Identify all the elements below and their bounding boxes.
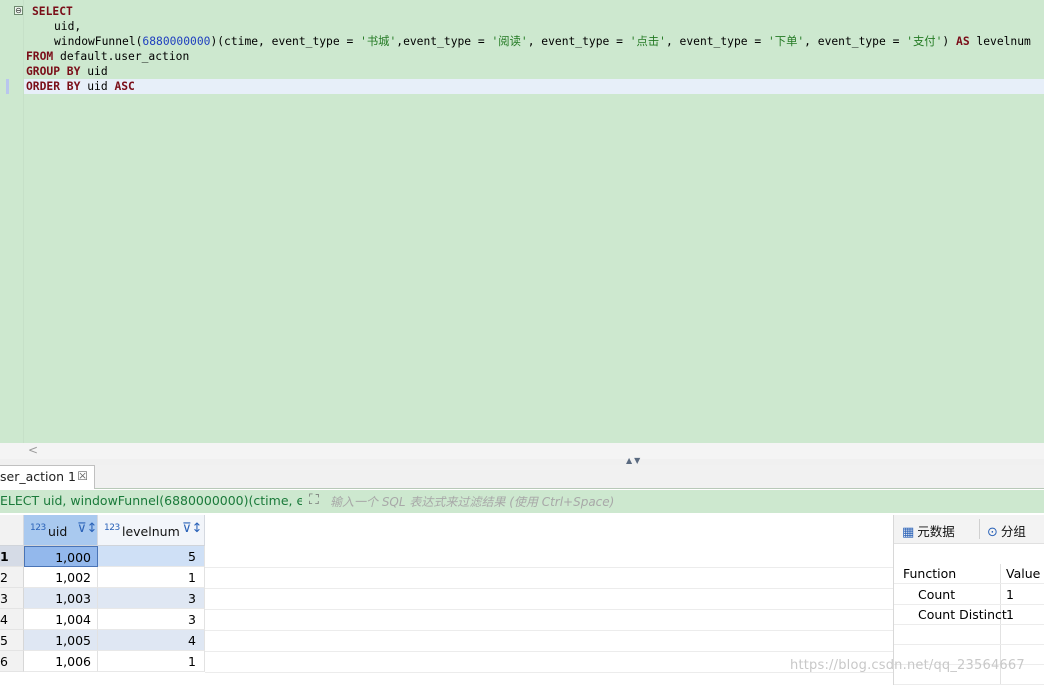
cell-levelnum[interactable]: 1	[98, 567, 205, 588]
sql-line-2: uid,	[54, 20, 82, 33]
grid-line	[205, 651, 893, 652]
close-icon[interactable]: ☒	[77, 469, 88, 483]
cell-uid[interactable]: 1,005	[24, 630, 98, 651]
tab-metadata[interactable]: ▦ 元数据	[902, 521, 955, 540]
cell-uid[interactable]: 1,006	[24, 651, 98, 672]
fold-toggle-icon[interactable]: ⊖	[14, 6, 23, 15]
filter-input[interactable]	[328, 492, 1028, 511]
column-header-uid[interactable]: 123 uid ⊽↕	[24, 515, 98, 546]
results-grid[interactable]: 123 uid ⊽↕ 123 levelnum ⊽↕ 1 1,000 5 2 1…	[0, 515, 893, 685]
table-row[interactable]: 1 1,000 5	[0, 546, 205, 567]
table-row[interactable]: 4 1,004 3	[0, 609, 205, 630]
grid-line	[205, 588, 893, 589]
watermark: https://blog.csdn.net/qq_23564667	[790, 658, 1025, 673]
row-number: 6	[0, 651, 24, 672]
cell-levelnum[interactable]: 3	[98, 609, 205, 630]
sql-editor[interactable]: ⊖ SELECT uid, windowFunnel(6880000000)(c…	[0, 0, 1044, 443]
column-name: uid	[48, 524, 68, 539]
stats-function: Count Distinct	[918, 607, 1007, 622]
sql-line-3: windowFunnel(6880000000)(ctime, event_ty…	[54, 35, 1031, 48]
row-number: 3	[0, 588, 24, 609]
current-line-highlight	[24, 79, 1044, 94]
cell-uid[interactable]: 1,000	[24, 546, 98, 567]
query-text: ELECT uid, windowFunnel(6880000000)(ctim…	[0, 493, 302, 508]
tab-grouping[interactable]: ⊙ 分组	[987, 521, 1026, 540]
table-row[interactable]: 6 1,006 1	[0, 651, 205, 672]
current-line-marker	[6, 79, 9, 94]
cell-uid[interactable]: 1,004	[24, 609, 98, 630]
tab-label: ser_action 1	[0, 469, 76, 484]
cell-uid[interactable]: 1,003	[24, 588, 98, 609]
scroll-left-icon[interactable]: <	[28, 443, 38, 457]
stats-row-empty	[894, 625, 1044, 645]
stats-row[interactable]: Count Distinct 1	[894, 605, 1044, 625]
row-number: 4	[0, 609, 24, 630]
cell-levelnum[interactable]: 4	[98, 630, 205, 651]
editor-horizontal-scrollbar[interactable]: <	[0, 443, 1044, 459]
stats-header-function: Function	[903, 566, 957, 581]
grid-line	[205, 567, 893, 568]
sql-line-5: GROUP BY uid	[26, 65, 108, 78]
row-number: 1	[0, 546, 24, 567]
tab-label: 分组	[1000, 524, 1026, 539]
panel-tabs: ▦ 元数据 ⊙ 分组	[894, 515, 1044, 544]
tab-results[interactable]: ser_action 1 ☒	[0, 465, 95, 489]
table-row[interactable]: 3 1,003 3	[0, 588, 205, 609]
sql-line-6: ORDER BY uid ASC	[26, 80, 135, 93]
sql-line-1: SELECT	[32, 5, 73, 18]
grid-line	[205, 630, 893, 631]
stats-header-row: Function Value	[894, 564, 1044, 584]
divider	[979, 519, 980, 539]
numeric-type-icon: 123	[104, 523, 120, 533]
sql-line-4: FROM default.user_action	[26, 50, 190, 63]
numeric-type-icon: 123	[30, 523, 46, 533]
table-row[interactable]: 2 1,002 1	[0, 567, 205, 588]
tab-label: 元数据	[917, 524, 955, 539]
table-row[interactable]: 5 1,005 4	[0, 630, 205, 651]
grid-line	[205, 609, 893, 610]
group-icon: ⊙	[987, 525, 998, 540]
stats-value: 1	[1006, 587, 1014, 602]
editor-gutter	[0, 0, 24, 443]
cell-levelnum[interactable]: 1	[98, 651, 205, 672]
cell-levelnum[interactable]: 3	[98, 588, 205, 609]
cell-levelnum[interactable]: 5	[98, 546, 205, 567]
stats-value: 1	[1006, 607, 1014, 622]
filter-bar: ELECT uid, windowFunnel(6880000000)(ctim…	[0, 490, 1044, 513]
row-number: 2	[0, 567, 24, 588]
column-header-levelnum[interactable]: 123 levelnum ⊽↕	[98, 515, 205, 546]
splitter-arrows-icon[interactable]: ▲▼	[626, 456, 642, 465]
grid-icon: ▦	[902, 525, 915, 540]
stats-function: Count	[918, 587, 956, 602]
row-number-header[interactable]	[0, 515, 24, 546]
stats-row[interactable]: Count 1	[894, 585, 1044, 605]
filter-sort-icon[interactable]: ⊽↕	[77, 521, 97, 536]
stats-header-value: Value	[1006, 566, 1041, 581]
expand-icon[interactable]: ⛶	[309, 492, 319, 508]
filter-sort-icon[interactable]: ⊽↕	[182, 521, 202, 536]
column-name: levelnum	[122, 524, 180, 539]
cell-uid[interactable]: 1,002	[24, 567, 98, 588]
row-number: 5	[0, 630, 24, 651]
results-tabstrip: ser_action 1 ☒	[0, 465, 1044, 489]
